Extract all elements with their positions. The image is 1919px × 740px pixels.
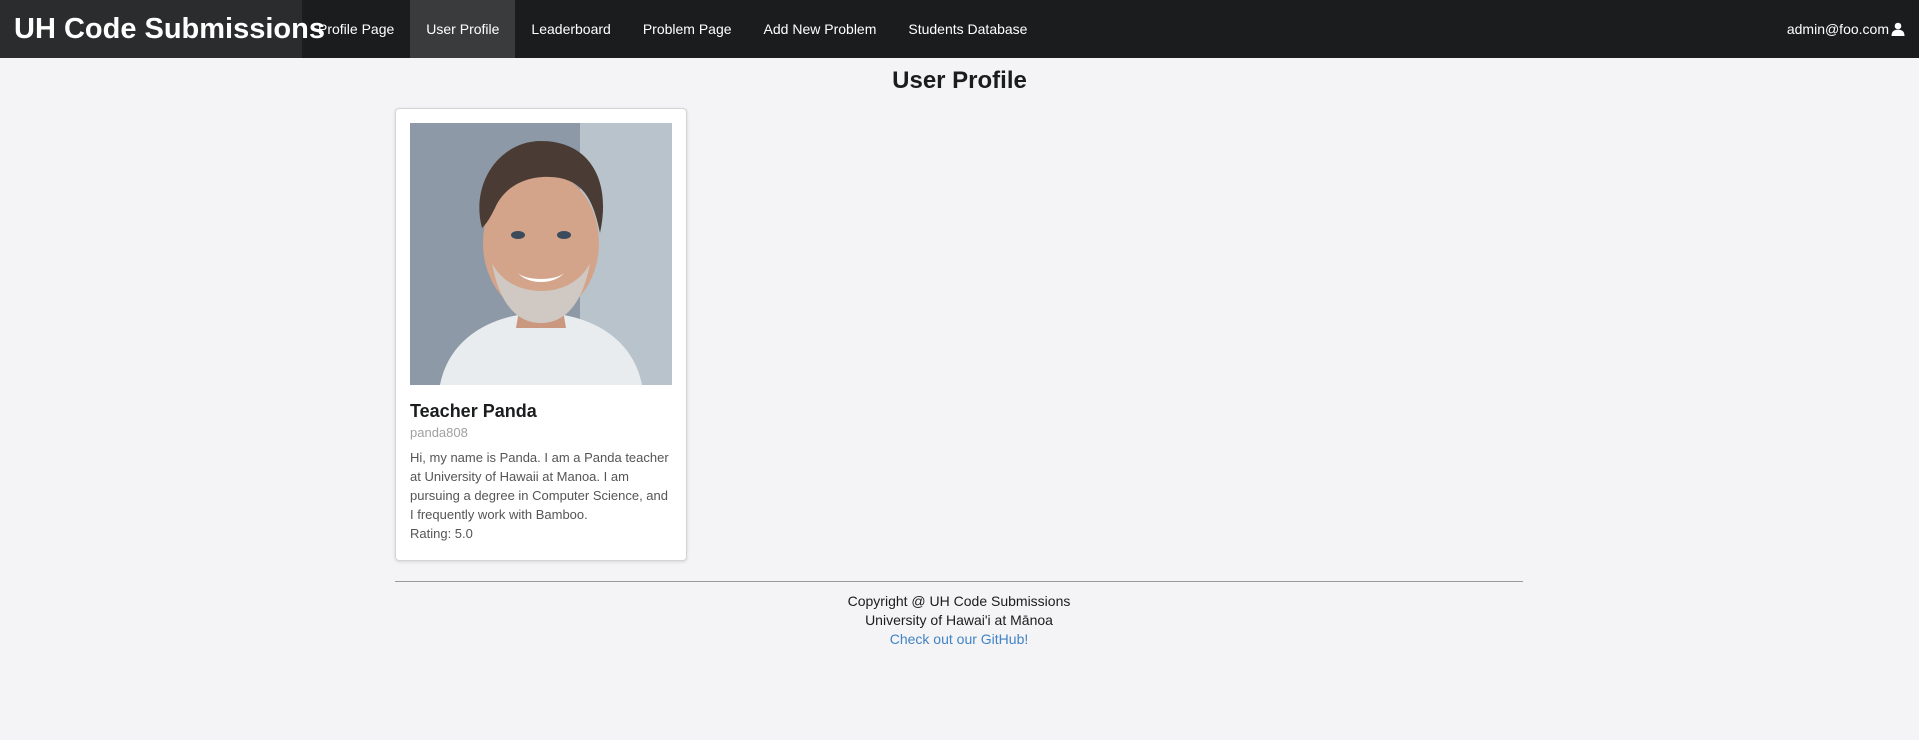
nav-problem-page[interactable]: Problem Page [627,0,748,58]
user-icon [1891,22,1905,36]
profile-rating: Rating: 5.0 [410,526,473,541]
footer-divider [395,581,1523,582]
profile-username: panda808 [410,425,468,440]
top-navbar: UH Code Submissions Profile Page User Pr… [0,0,1919,58]
profile-card: Teacher Panda panda808 Hi, my name is Pa… [395,108,687,561]
footer-university: University of Hawai'i at Mānoa [865,612,1053,628]
profile-description: Hi, my name is Panda. I am a Panda teach… [410,450,669,522]
nav-leaderboard[interactable]: Leaderboard [515,0,626,58]
profile-photo [410,123,672,385]
profile-description-block: Hi, my name is Panda. I am a Panda teach… [410,448,672,543]
nav-add-new-problem[interactable]: Add New Problem [748,0,893,58]
page-title: User Profile [892,67,1027,94]
github-link[interactable]: Check out our GitHub! [890,631,1029,647]
nav-profile-page[interactable]: Profile Page [302,0,410,58]
brand-title[interactable]: UH Code Submissions [0,0,325,58]
nav-students-database[interactable]: Students Database [892,0,1043,58]
user-email: admin@foo.com [1786,21,1889,37]
profile-name: Teacher Panda [410,401,537,421]
nav-user-profile[interactable]: User Profile [410,0,516,58]
footer-copyright: Copyright @ UH Code Submissions [847,593,1071,609]
user-menu[interactable]: admin@foo.com [1787,0,1905,58]
footer: Copyright @ UH Code Submissions Universi… [395,592,1523,649]
